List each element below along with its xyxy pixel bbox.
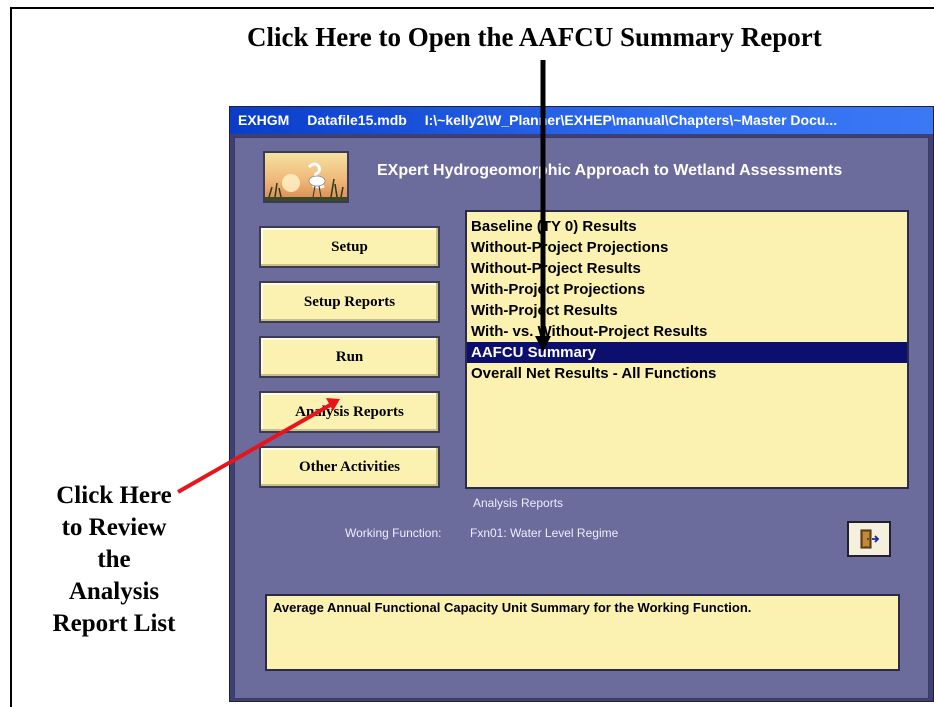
window-titlebar[interactable]: EXHGM Datafile15.mdb I:\~kelly2\W_Planne… (230, 107, 933, 134)
analysis-reports-list[interactable]: Baseline (TY 0) Results Without-Project … (465, 210, 909, 489)
title-datafile: Datafile15.mdb (307, 112, 407, 128)
document-frame-left (10, 7, 12, 707)
working-function-label: Working Function: (345, 526, 442, 540)
document-frame-top (10, 7, 934, 9)
left-callout-line: Analysis (68, 578, 160, 605)
list-item-aafcu-summary[interactable]: AAFCU Summary (467, 342, 907, 363)
main-panel: EXpert Hydrogeomorphic Approach to Wetla… (234, 137, 929, 699)
exit-door-icon (860, 529, 880, 549)
list-item-with-projections[interactable]: With-Project Projections (467, 279, 907, 300)
other-activities-button[interactable]: Other Activities (259, 446, 440, 488)
app-title: EXpert Hydrogeomorphic Approach to Wetla… (377, 162, 843, 179)
left-callout-line: Click Here (56, 482, 172, 509)
list-caption: Analysis Reports (473, 496, 564, 510)
heron-wetland-logo-icon (263, 151, 349, 203)
left-callout-line: the (97, 546, 131, 573)
list-item-with-vs-without[interactable]: With- vs. Without-Project Results (467, 321, 907, 342)
left-callout-line: Report List (52, 610, 176, 637)
setup-button[interactable]: Setup (259, 226, 440, 268)
setup-reports-button[interactable]: Setup Reports (259, 281, 440, 323)
list-item-overall-net[interactable]: Overall Net Results - All Functions (467, 363, 907, 384)
working-function-value: Fxn01: Water Level Regime (470, 526, 619, 540)
description-text: Average Annual Functional Capacity Unit … (273, 600, 752, 615)
run-button[interactable]: Run (259, 336, 440, 378)
app-window: EXHGM Datafile15.mdb I:\~kelly2\W_Planne… (229, 106, 934, 702)
exit-button[interactable] (847, 521, 891, 557)
analysis-reports-button[interactable]: Analysis Reports (259, 391, 440, 433)
title-app-name: EXHGM (238, 112, 290, 128)
list-item-with-results[interactable]: With-Project Results (467, 300, 907, 321)
title-path: I:\~kelly2\W_Planner\EXHEP\manual\Chapte… (424, 112, 838, 128)
top-callout-text: Click Here to Open the AAFCU Summary Rep… (247, 22, 822, 52)
list-item-baseline[interactable]: Baseline (TY 0) Results (467, 216, 907, 237)
description-box: Average Annual Functional Capacity Unit … (265, 594, 900, 671)
left-callout-text: Click Here to Review the Analysis Report… (14, 480, 214, 640)
left-callout-line: to Review (61, 514, 167, 541)
list-item-without-projections[interactable]: Without-Project Projections (467, 237, 907, 258)
list-item-without-results[interactable]: Without-Project Results (467, 258, 907, 279)
